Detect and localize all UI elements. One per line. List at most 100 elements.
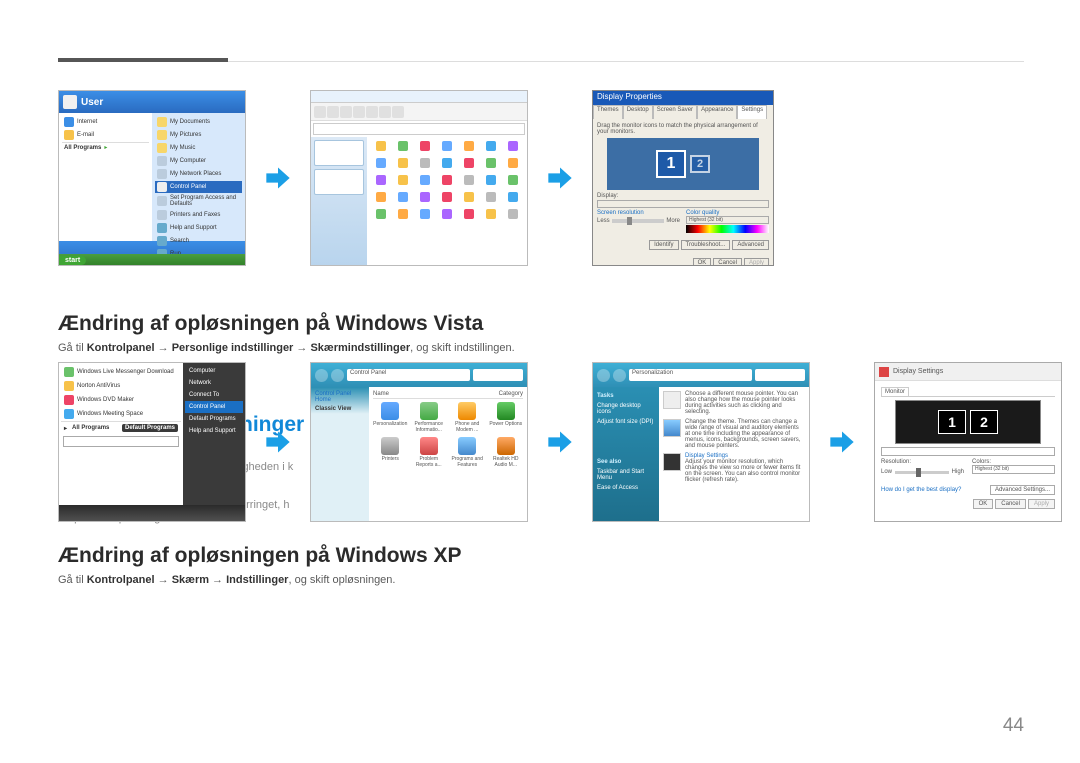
monitor-2-icon: 2: [690, 155, 710, 173]
cp-item: Phone and Modem ...: [450, 421, 485, 433]
header-rule-light: [228, 61, 1024, 62]
xp-instruction: Gå til Kontrolpanel → Skærm → Indstillin…: [58, 572, 395, 589]
heading-vista: Ændring af opløsningen på Windows Vista: [58, 312, 483, 336]
xp-all-programs: All Programs: [64, 145, 101, 151]
display-settings-text: Adjust your monitor resolution, which ch…: [685, 459, 805, 483]
screenshot-vista-start-menu: Windows Live Messenger Download Norton A…: [58, 362, 246, 522]
see-also-link: Ease of Access: [597, 483, 655, 493]
cancel-button: Cancel: [713, 258, 742, 266]
xp-right-item: My Music: [170, 145, 195, 151]
hint-text: Drag the monitor icons to match the phys…: [597, 123, 769, 135]
cp-item: Printers: [382, 456, 399, 462]
mouse-pointer-text: Choose a different mouse pointer. You ca…: [685, 391, 805, 415]
screenshot-vista-personalization: Personalization Tasks Change desktop ico…: [592, 362, 810, 522]
vista-instruction: Gå til Kontrolpanel → Personlige indstil…: [58, 340, 515, 357]
vista-left-item: Norton AntiVirus: [77, 383, 120, 389]
xp-right-item: My Computer: [170, 158, 206, 164]
monitor-2-icon: 2: [970, 410, 998, 434]
advanced-button: Advanced Settings...: [990, 485, 1055, 495]
xp-left-item: E-mail: [77, 132, 94, 138]
arrow-icon: [828, 428, 856, 456]
xp-right-item: Printers and Faxes: [170, 212, 220, 218]
advanced-button: Advanced: [732, 240, 769, 250]
tab-monitor: Monitor: [881, 387, 909, 396]
tab: Desktop: [623, 105, 653, 119]
apply-button: Apply: [744, 258, 769, 266]
screenshot-vista-control-panel: Control Panel Control Panel Home Classic…: [310, 362, 528, 522]
xp-right-item: Set Program Access and Defaults: [170, 195, 240, 207]
xp-right-item: My Documents: [170, 119, 210, 125]
vista-right-item: Network: [185, 377, 243, 389]
arrow-icon: [264, 164, 292, 192]
xp-right-item-selected: Control Panel: [170, 184, 206, 190]
see-also-link: Taskbar and Start Menu: [597, 467, 655, 483]
vista-default-programs-flyout: Default Programs: [122, 424, 178, 432]
tab: Appearance: [697, 105, 737, 119]
xp-user-label: User: [81, 97, 103, 108]
cp-item: Power Options: [489, 421, 522, 427]
display-label: Display:: [597, 193, 769, 199]
ok-button: OK: [693, 258, 712, 266]
tab-active: Settings: [737, 105, 767, 119]
screenshot-vista-display-settings: Display Settings Monitor 1 2 Resolution:…: [874, 362, 1062, 522]
color-dropdown: Highest (32 bit): [686, 216, 769, 224]
vista-all-programs: All Programs: [72, 425, 109, 431]
screenshot-xp-start-menu: User Internet E-mail All Programs▸ My Do…: [58, 90, 246, 266]
color-dropdown: Highest (32 bit): [972, 465, 1055, 474]
see-also-header: See also: [597, 457, 655, 467]
cp-item: Problem Reports a...: [412, 456, 447, 468]
vista-left-item: Windows Meeting Space: [77, 411, 143, 417]
page-number: 44: [1003, 715, 1024, 737]
tab: Screen Saver: [653, 105, 697, 119]
identify-button: Identify: [649, 240, 678, 250]
slider-low: Low: [881, 469, 892, 475]
classic-view-link: Classic View: [315, 406, 365, 412]
breadcrumb: Control Panel: [347, 369, 470, 381]
tasks-header: Tasks: [597, 391, 655, 401]
vista-search-box: [63, 436, 179, 447]
xp-start-button: start: [59, 256, 86, 265]
arrow-icon: [546, 164, 574, 192]
task-link: Change desktop icons: [597, 401, 655, 417]
vista-right-item: Default Programs: [185, 413, 243, 425]
vista-right-item-selected: Control Panel: [185, 401, 243, 413]
vista-right-item: Computer: [185, 365, 243, 377]
help-link: How do I get the best display?: [881, 487, 961, 493]
cp-home-link: Control Panel Home: [315, 391, 365, 403]
theme-text: Change the theme. Themes can change a wi…: [685, 419, 805, 449]
monitor-1-icon: 1: [938, 410, 966, 434]
ok-button: OK: [973, 499, 994, 509]
xp-screenshot-row: User Internet E-mail All Programs▸ My Do…: [58, 90, 774, 266]
resolution-label: Resolution:: [881, 459, 964, 465]
slider-less: Less: [597, 218, 610, 224]
breadcrumb: Personalization: [629, 369, 752, 381]
cp-item: Realtek HD Audio M...: [489, 456, 524, 468]
tab: Themes: [593, 105, 623, 119]
cp-item: Performance Informatio...: [412, 421, 447, 433]
xp-right-item: Help and Support: [170, 225, 217, 231]
dialog-title: Display Settings: [893, 368, 943, 375]
cp-item: Personalization: [373, 421, 407, 427]
xp-right-item: My Pictures: [170, 132, 201, 138]
vista-left-item: Windows DVD Maker: [77, 397, 134, 403]
slider-high: High: [952, 469, 964, 475]
cp-item: Programs and Features: [450, 456, 485, 468]
vista-left-item: Windows Live Messenger Download: [77, 369, 174, 375]
col-category: Category: [499, 391, 523, 397]
header-rule-dark: [58, 58, 228, 62]
arrow-icon: [546, 428, 574, 456]
cancel-button: Cancel: [995, 499, 1026, 509]
troubleshoot-button: Troubleshoot...: [681, 240, 731, 250]
xp-left-item: Internet: [77, 119, 97, 125]
vista-right-item: Help and Support: [185, 425, 243, 437]
task-link: Adjust font size (DPI): [597, 417, 655, 427]
dialog-title: Display Properties: [593, 91, 773, 105]
apply-button: Apply: [1028, 499, 1055, 509]
xp-right-item: My Network Places: [170, 171, 221, 177]
arrow-icon: [264, 428, 292, 456]
vista-right-item: Connect To: [185, 389, 243, 401]
slider-more: More: [666, 218, 680, 224]
screenshot-xp-control-panel: [310, 90, 528, 266]
xp-right-item: Search: [170, 238, 189, 244]
heading-xp: Ændring af opløsningen på Windows XP: [58, 544, 461, 568]
